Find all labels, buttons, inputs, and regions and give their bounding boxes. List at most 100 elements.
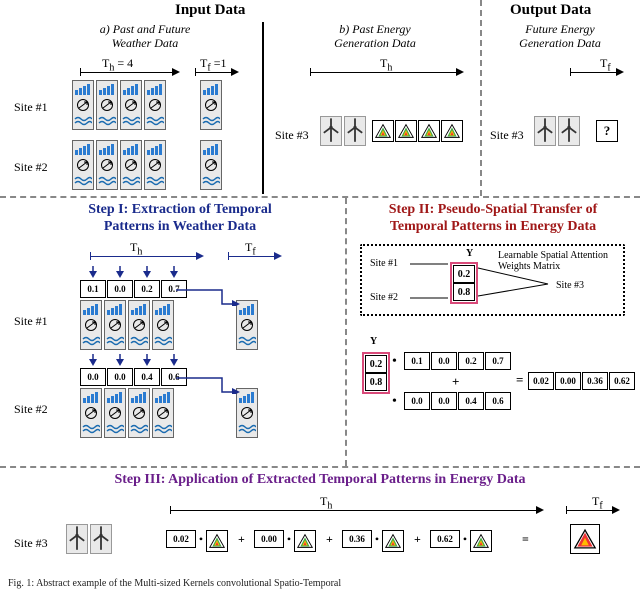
arrow-tf1 [195, 72, 235, 73]
plus2: + [326, 532, 333, 547]
y-label-eq: Y [370, 336, 377, 347]
plus1: + [238, 532, 245, 547]
bars-icon [74, 82, 92, 96]
dot-icon: • [284, 530, 294, 552]
eq-row-b: 0.0 0.0 0.4 0.6 [404, 392, 511, 410]
value-cell: 0.00 [254, 530, 284, 548]
step1-row2-values: 0.0 0.0 0.4 0.6 [80, 368, 187, 386]
step3-result [570, 524, 600, 554]
value-cell: 0.0 [404, 392, 430, 410]
step3-term1: 0.02 • [166, 530, 228, 552]
weather-tile [144, 80, 166, 130]
arrow-th-b [310, 72, 460, 73]
step3-site3: Site #3 [14, 536, 48, 551]
turbines-b [320, 116, 366, 146]
step3-term2: 0.00 • [254, 530, 316, 552]
step1-th: Th [130, 240, 142, 257]
turbine-icon [344, 116, 366, 146]
arrow-th4 [80, 72, 176, 73]
arrow-tf-out [570, 72, 620, 73]
step3-term3: 0.36 • [342, 530, 404, 552]
step1-row1-values: 0.1 0.0 0.2 0.7 [80, 280, 187, 298]
label-th-b: Th [380, 56, 392, 73]
value-cell: 0.0 [107, 280, 133, 298]
weather-tile [72, 80, 94, 130]
energy-past-row [372, 120, 463, 142]
value-cell: 0.02 [166, 530, 196, 548]
eq-result: 0.02 0.00 0.36 0.62 [528, 372, 635, 390]
step3-term4: 0.62 • [430, 530, 492, 552]
eq-row-a: 0.1 0.0 0.2 0.7 [404, 352, 511, 370]
dot-op2: • [392, 394, 397, 410]
value-cell: 0.6 [485, 392, 511, 410]
dot-icon: • [372, 530, 382, 552]
tick [570, 68, 571, 76]
eq-op: = [516, 372, 523, 388]
site1-label: Site #1 [14, 100, 48, 115]
divider-step12 [345, 198, 347, 466]
step3-title: Step III: Application of Extracted Tempo… [60, 472, 580, 489]
value-cell: 0.0 [431, 352, 457, 370]
value-cell: 0.0 [80, 368, 106, 386]
value-cell: 0.62 [430, 530, 460, 548]
step3-turbines [66, 524, 112, 554]
step1-site1-future-tile [236, 300, 258, 350]
value-cell: 0.1 [80, 280, 106, 298]
dir-icon [74, 98, 92, 112]
attention-site3: Site #3 [556, 280, 584, 291]
attention-site2: Site #2 [370, 292, 398, 303]
figure-caption: Fig. 1: Abstract example of the Multi-si… [8, 578, 341, 589]
site1-future-tile [200, 80, 222, 130]
attention-site1: Site #1 [370, 258, 398, 269]
site3-label-b: Site #3 [275, 128, 309, 143]
dot-op1: • [392, 354, 397, 370]
tick [80, 68, 81, 76]
arrow-s1-th [90, 256, 200, 257]
turbines-out [534, 116, 580, 146]
value-cell: 0.7 [485, 352, 511, 370]
energy-result-icon [570, 524, 600, 554]
value-cell: 0.36 [342, 530, 372, 548]
step3-th: Th [320, 494, 332, 511]
value-cell: 0.0 [431, 392, 457, 410]
arrow-s3-th [170, 510, 540, 511]
site2-past-tiles [72, 140, 166, 190]
header-output: Output Data [510, 2, 591, 19]
step1-site2-future-tile [236, 388, 258, 438]
eq3: = [522, 532, 529, 547]
turbine-icon [320, 116, 342, 146]
divider-input-output [480, 0, 482, 196]
wave-icon [74, 114, 92, 128]
subheader-output: Future Energy Generation Data [495, 22, 625, 51]
label-tf1: Tf =1 [200, 56, 226, 73]
weather-tile [96, 80, 118, 130]
y-val: 0.2 [365, 355, 387, 373]
divider-top-mid [0, 196, 640, 198]
site1-past-tiles [72, 80, 166, 130]
energy-icon [206, 530, 228, 552]
value-cell: 0.02 [528, 372, 554, 390]
site2-label: Site #2 [14, 160, 48, 175]
arrow-s3-tf [566, 510, 616, 511]
tick [310, 68, 311, 76]
energy-icon [294, 530, 316, 552]
value-cell: 0.36 [582, 372, 608, 390]
value-cell: 0.4 [458, 392, 484, 410]
value-cell: 0.1 [404, 352, 430, 370]
step1-site2-tiles [80, 388, 174, 438]
step1-site1: Site #1 [14, 314, 48, 329]
site2-future-tile [200, 140, 222, 190]
value-cell: 0.2 [458, 352, 484, 370]
value-cell: 0.00 [555, 372, 581, 390]
subheader-a: a) Past and Future Weather Data [70, 22, 220, 51]
step1-tf: Tf [245, 240, 256, 257]
weather-tile [120, 80, 142, 130]
energy-icon [372, 120, 394, 142]
dot-icon: • [196, 530, 206, 552]
label-tf-out: Tf [600, 56, 611, 73]
dot-icon: • [460, 530, 470, 552]
arrow-s1-tf [228, 256, 278, 257]
label-th4: Th = 4 [102, 56, 133, 73]
value-cell: 0.2 [134, 280, 160, 298]
value-cell: 0.62 [609, 372, 635, 390]
